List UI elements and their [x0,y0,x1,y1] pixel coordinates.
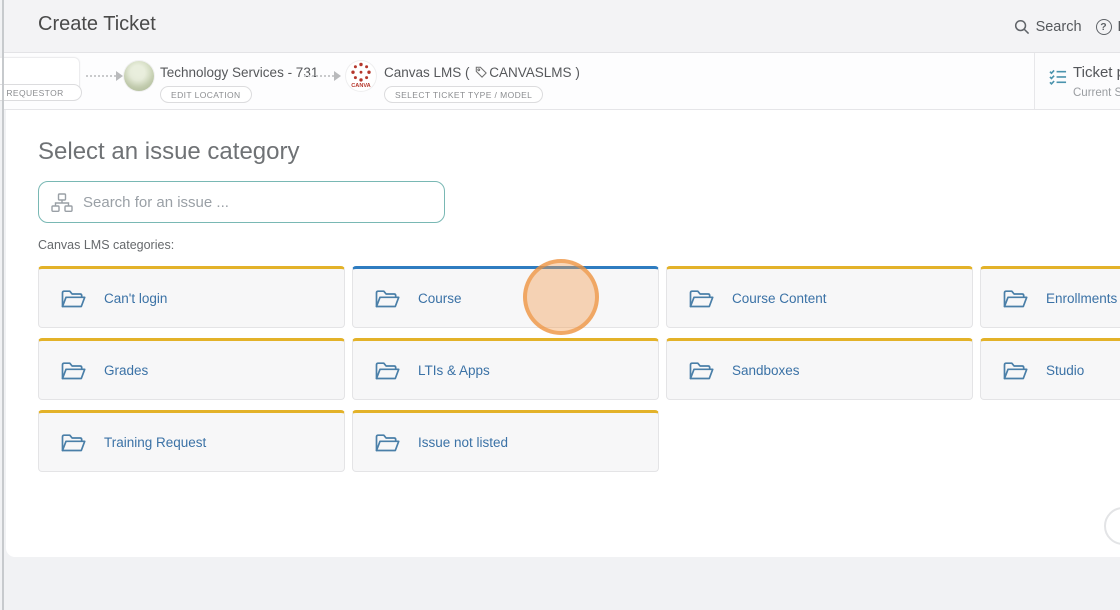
ticket-progress-title: Ticket pr [1073,64,1120,81]
category-label: Issue not listed [418,435,508,450]
tag-icon [475,66,487,78]
category-label: Enrollments [1046,291,1117,306]
category-card[interactable]: Studio [980,338,1120,400]
category-label: Can't login [104,291,167,306]
ticket-progress-icon [1049,68,1067,85]
category-card[interactable]: Enrollments [980,266,1120,328]
search-icon [1014,19,1030,35]
category-label: LTIs & Apps [418,363,490,378]
ticket-progress-panel[interactable]: Ticket pr Current Ste [1034,53,1120,109]
help-icon: ? [1096,19,1112,35]
sitemap-icon [51,193,73,212]
folder-icon [374,432,401,453]
ticket-progress-subtitle: Current Ste [1073,87,1120,99]
click-highlight-circle [523,259,599,335]
category-label: Sandboxes [732,363,800,378]
workflow-arrow-icon [86,71,123,81]
canvas-logo-icon: CANVA [346,61,376,91]
folder-icon [60,360,87,381]
page-title: Create Ticket [38,13,156,36]
workflow-arrow-icon [304,71,341,81]
window-left-edge [2,0,4,610]
category-card[interactable]: Training Request [38,410,345,472]
category-card[interactable]: Issue not listed [352,410,659,472]
help-button[interactable]: ? H [1096,19,1120,35]
folder-icon [374,360,401,381]
workflow-bar: REQUESTOR Technology Services - 731 EDIT… [4,53,1120,110]
category-card[interactable]: Course Content [666,266,973,328]
categories-label: Canvas LMS categories: [38,238,174,252]
issue-search-input[interactable] [83,194,432,211]
category-label: Training Request [104,435,206,450]
global-search-button[interactable]: Search [1014,19,1082,35]
category-label: Grades [104,363,148,378]
requestor-badge[interactable]: REQUESTOR [0,84,82,101]
category-label: Studio [1046,363,1084,378]
page-header: Create Ticket Search ? H [4,0,1120,53]
folder-icon [60,288,87,309]
category-label: Course [418,291,462,306]
category-card[interactable]: LTIs & Apps [352,338,659,400]
create-ticket-page: Create Ticket Search ? H REQUESTOR [0,0,1120,610]
category-card[interactable]: Grades [38,338,345,400]
header-actions: Search ? H [1014,0,1120,53]
category-card[interactable]: Can't login [38,266,345,328]
folder-icon [60,432,87,453]
issue-category-heading: Select an issue category [38,138,299,166]
location-name: Technology Services - 731 [160,65,318,80]
folder-icon [1002,360,1029,381]
category-label: Course Content [732,291,827,306]
svg-text:CANVA: CANVA [351,83,370,89]
category-card[interactable]: Sandboxes [666,338,973,400]
search-label: Search [1036,19,1082,35]
folder-icon [374,288,401,309]
issue-search-box[interactable] [38,181,445,223]
folder-icon [688,288,715,309]
category-card[interactable]: Course [352,266,659,328]
service-name: Canvas LMS ( CANVASLMS ) [384,65,580,80]
location-avatar [124,61,154,91]
folder-icon [1002,288,1029,309]
select-ticket-type-button[interactable]: SELECT TICKET TYPE / MODEL [384,85,543,103]
edit-location-button[interactable]: EDIT LOCATION [160,85,252,103]
folder-icon [688,360,715,381]
